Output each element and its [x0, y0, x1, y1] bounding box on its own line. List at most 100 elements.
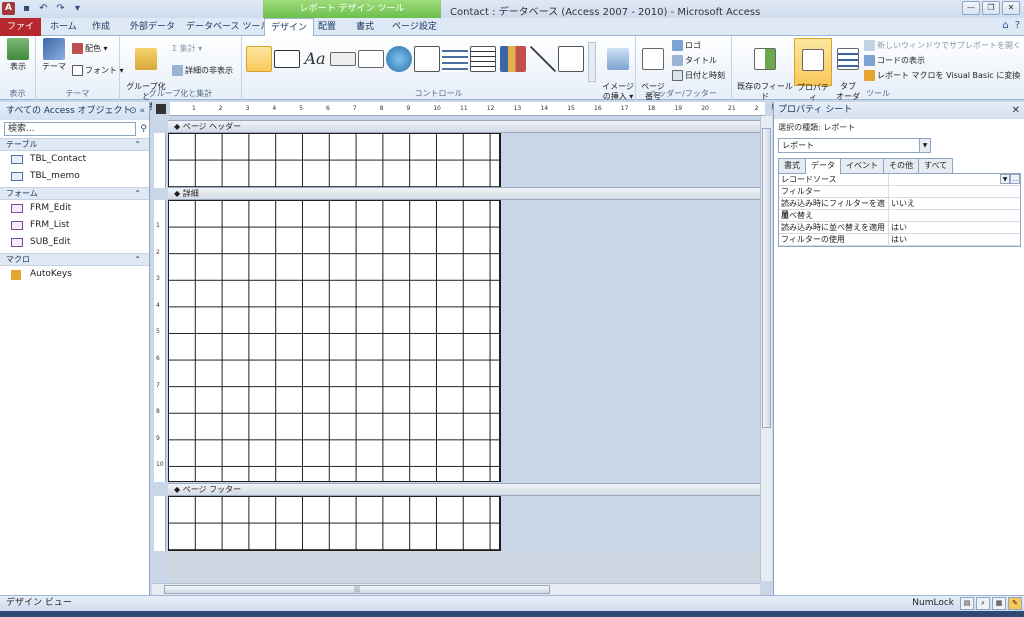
nav-collapse-icon[interactable]: « [139, 106, 145, 116]
convert-macros-button[interactable]: レポート マクロを Visual Basic に変換 [864, 69, 1020, 82]
section-bar-page-footer[interactable]: ◆ ページ フッター [168, 483, 765, 496]
tab-control-icon[interactable] [358, 50, 384, 68]
chart-control-icon[interactable] [500, 46, 526, 72]
close-icon[interactable]: ✕ [1012, 102, 1020, 119]
ruler-tick: 12 [486, 105, 495, 112]
vertical-scrollbar[interactable] [760, 116, 772, 581]
detail-grid[interactable] [168, 200, 501, 482]
tab-home[interactable]: ホーム [44, 18, 83, 36]
tab-file[interactable]: ファイル [0, 18, 41, 50]
property-row[interactable]: 並べ替え [779, 210, 1020, 222]
save-icon[interactable]: ▪ [20, 2, 33, 15]
nav-menu-chevron-icon[interactable]: ⊙ [129, 106, 137, 116]
report-selector[interactable] [156, 104, 166, 114]
fonts-button[interactable]: フォント ▾ [72, 64, 124, 77]
redo-icon[interactable]: ↷ [54, 2, 67, 15]
title-button[interactable]: タイトル [672, 54, 717, 67]
restore-button[interactable]: ❐ [982, 1, 1000, 15]
object-selector-combo[interactable]: レポート ▼ [778, 138, 931, 153]
access-app-icon[interactable]: A [2, 2, 15, 15]
prop-tab-format[interactable]: 書式 [778, 158, 806, 173]
nav-item-frm-list[interactable]: FRM_List [0, 217, 149, 234]
property-row[interactable]: 読み込み時にフィルターを適用 いいえ [779, 198, 1020, 219]
combobox-control-icon[interactable] [470, 46, 496, 72]
option-group-control-icon[interactable] [414, 46, 440, 72]
property-row[interactable]: フィルター [779, 186, 1020, 198]
property-row[interactable]: フィルターの使用 はい [779, 234, 1020, 246]
group-sort-button[interactable]: グループ化と 並べ替え [124, 38, 168, 112]
nav-group-tables[interactable]: テーブル ⌃ [0, 138, 149, 151]
tab-arrange[interactable]: 配置 [312, 18, 342, 36]
tab-database-tools[interactable]: データベース ツール [180, 18, 275, 36]
tab-page-setup[interactable]: ページ設定 [386, 18, 443, 36]
nav-item-sub-edit[interactable]: SUB_Edit [0, 234, 149, 251]
hyperlink-control-icon[interactable] [386, 46, 412, 72]
totals-button[interactable]: Σ 集計 ▾ [172, 42, 202, 55]
nav-item-frm-edit[interactable]: FRM_Edit [0, 200, 149, 217]
vertical-scroll-thumb[interactable] [762, 128, 771, 428]
logo-button[interactable]: ロゴ [672, 39, 701, 52]
hide-details-button[interactable]: 詳細の非表示 [172, 64, 233, 77]
section-bar-detail[interactable]: ◆ 詳細 [168, 187, 765, 200]
controls-gallery-scroll[interactable] [588, 42, 596, 82]
tab-create[interactable]: 作成 [86, 18, 116, 36]
prop-tab-all[interactable]: すべて [918, 158, 954, 173]
tab-format[interactable]: 書式 [350, 18, 380, 36]
prop-tab-other[interactable]: その他 [883, 158, 919, 173]
report-view-icon[interactable]: ▤ [960, 597, 974, 610]
prop-tab-data[interactable]: データ [805, 158, 841, 174]
nav-group-macros[interactable]: マクロ ⌃ [0, 253, 149, 266]
textbox-control-icon[interactable] [274, 50, 300, 68]
collapse-ribbon-icon[interactable]: ⌂ [1002, 20, 1008, 31]
page-header-grid[interactable] [168, 133, 501, 188]
label-control-icon[interactable]: Aa [302, 46, 328, 72]
undo-icon[interactable]: ↶ [37, 2, 50, 15]
help-icon[interactable]: ? [1015, 20, 1020, 31]
view-code-button[interactable]: コードの表示 [864, 54, 925, 67]
nav-header[interactable]: すべての Access オブジェクト ⊙ « [0, 102, 149, 120]
view-button[interactable]: 表示 [5, 38, 31, 72]
property-row[interactable]: レコードソース ▼… [779, 174, 1020, 186]
property-value[interactable]: ▼… [889, 174, 1020, 185]
prop-tab-event[interactable]: イベント [840, 158, 884, 173]
property-value[interactable] [889, 186, 1020, 197]
tab-order-button[interactable]: タブ オーダー [834, 38, 862, 112]
themes-button[interactable]: テーマ [40, 38, 68, 72]
search-icon[interactable]: ⚲ [140, 123, 147, 135]
builder-ellipsis-icon[interactable]: … [1010, 174, 1020, 184]
property-value[interactable]: はい [889, 234, 1020, 245]
horizontal-scrollbar[interactable]: ||| [152, 583, 760, 595]
print-preview-icon[interactable]: ⌕ [976, 597, 990, 610]
nav-group-forms[interactable]: フォーム ⌃ [0, 187, 149, 200]
minimize-button[interactable]: — [962, 1, 980, 15]
colors-button[interactable]: 配色 ▾ [72, 42, 108, 55]
dropdown-arrow-icon[interactable]: ▼ [919, 139, 930, 152]
design-view-icon[interactable]: ✎ [1008, 597, 1022, 610]
nav-item-tbl-memo[interactable]: TBL_memo [0, 168, 149, 185]
date-time-button[interactable]: 日付と時刻 [672, 69, 725, 82]
nav-search-input[interactable]: 検索... ⚲ [4, 122, 147, 136]
add-existing-fields-button[interactable]: 既存のフィールド の追加 [736, 38, 794, 112]
tab-external-data[interactable]: 外部データ [124, 18, 181, 36]
line-control-icon[interactable] [530, 46, 556, 72]
toggle-button-control-icon[interactable] [558, 46, 584, 72]
property-row[interactable]: 読み込み時に並べ替えを適用 はい [779, 222, 1020, 234]
tab-design[interactable]: デザイン [264, 18, 315, 37]
layout-view-icon[interactable]: ▦ [992, 597, 1006, 610]
close-button[interactable]: ✕ [1002, 1, 1020, 15]
page-footer-grid[interactable] [168, 496, 501, 551]
nav-item-tbl-contact[interactable]: TBL_Contact [0, 151, 149, 168]
section-bar-page-header[interactable]: ◆ ページ ヘッダー [168, 120, 765, 133]
property-sheet-button[interactable]: プロパティ シート [794, 38, 832, 112]
property-value[interactable]: いいえ [889, 198, 1020, 209]
button-control-icon[interactable] [330, 52, 356, 66]
page-break-control-icon[interactable] [442, 46, 468, 72]
new-window-subreport-button[interactable]: 新しいウィンドウでサブレポートを開く [864, 39, 1021, 52]
property-value[interactable] [889, 210, 1020, 221]
property-value[interactable]: はい [889, 222, 1020, 233]
dropdown-arrow-icon[interactable]: ▼ [1000, 174, 1010, 184]
customize-qat-icon[interactable]: ▾ [71, 2, 84, 15]
select-pointer-icon[interactable] [246, 46, 272, 72]
nav-item-autokeys[interactable]: AutoKeys [0, 266, 149, 283]
horizontal-scroll-thumb[interactable]: ||| [164, 585, 550, 594]
